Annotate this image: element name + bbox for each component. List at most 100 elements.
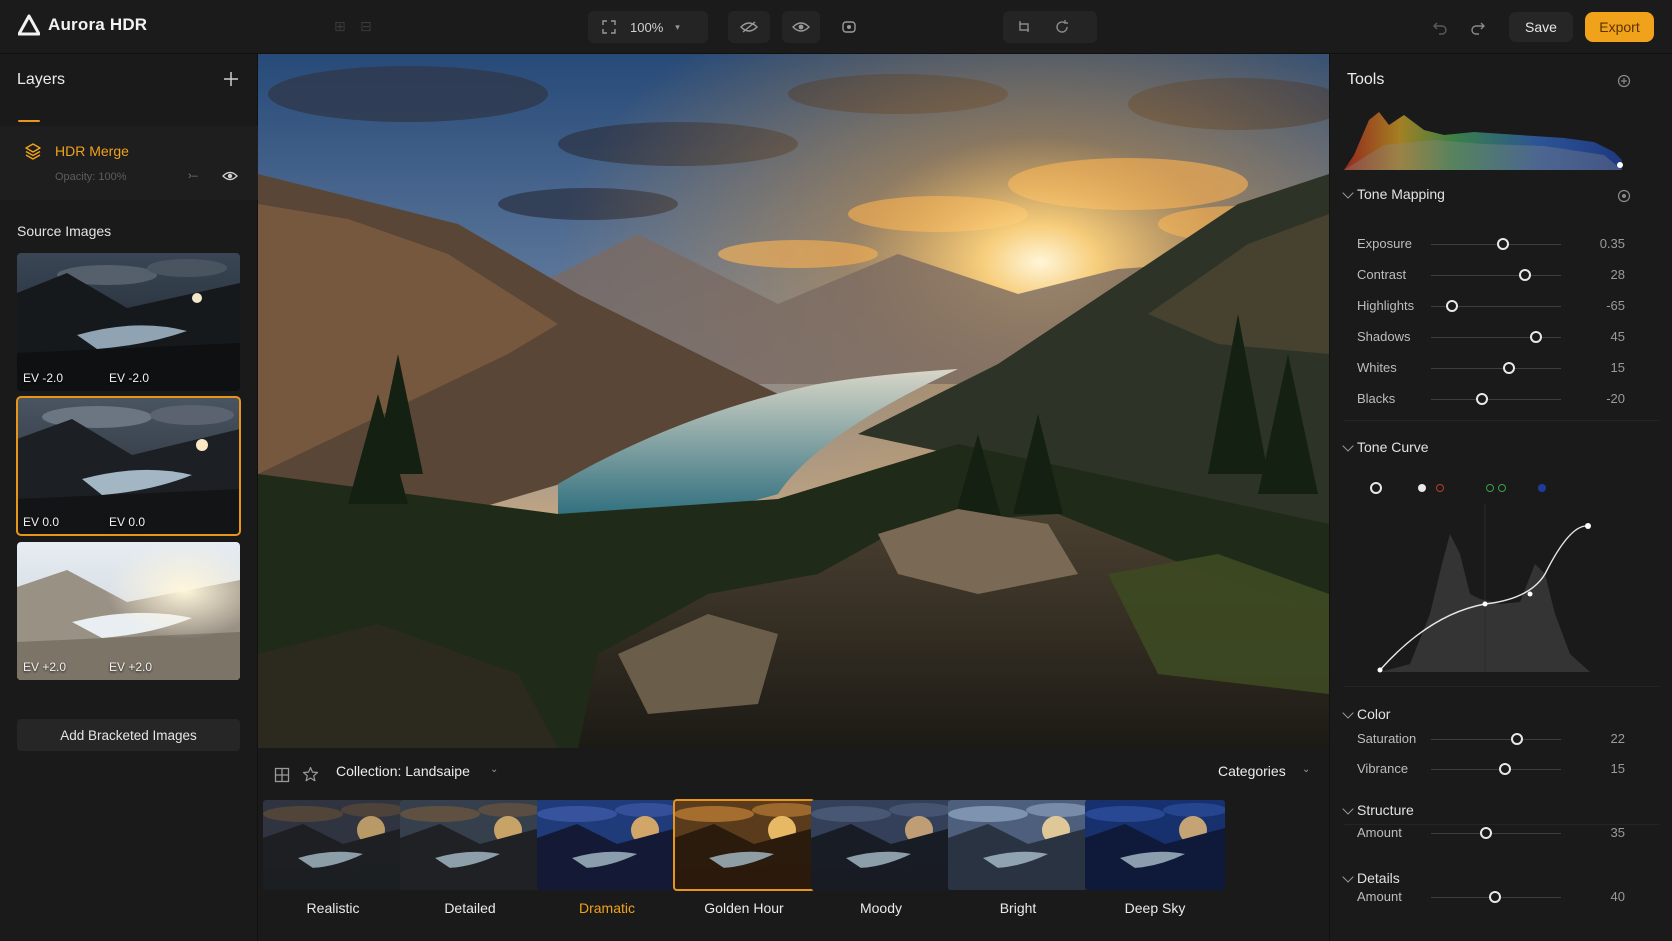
slider-exposure[interactable]: Exposure 0.35 [1357, 234, 1625, 254]
source-image-bright[interactable]: EV +2.0 EV +2.0 [17, 542, 240, 680]
slider-value[interactable]: -65 [1606, 298, 1625, 313]
add-bracketed-images-button[interactable]: Add Bracketed Images [17, 719, 240, 751]
color-title[interactable]: Color [1357, 706, 1390, 722]
slider-value[interactable]: 15 [1611, 761, 1625, 776]
slider-knob[interactable] [1511, 733, 1523, 745]
slider-shadows[interactable]: Shadows 45 [1357, 327, 1625, 347]
rotate-icon[interactable] [1053, 18, 1071, 36]
slider-value[interactable]: 35 [1611, 825, 1625, 840]
slider-amount[interactable]: Amount 35 [1357, 823, 1625, 843]
curve-channel-selector [1370, 482, 1590, 494]
preset-bright[interactable]: Bright [948, 800, 1088, 916]
fit-icon[interactable] [600, 18, 618, 36]
slider-saturation[interactable]: Saturation 22 [1357, 729, 1625, 749]
crop-icon[interactable] [1015, 18, 1033, 36]
slider-value[interactable]: 45 [1611, 329, 1625, 344]
slider-knob[interactable] [1499, 763, 1511, 775]
source-image-dark[interactable]: EV -2.0 EV -2.0 [17, 253, 240, 391]
ev-label-right: EV +2.0 [109, 660, 153, 674]
slider-knob[interactable] [1489, 891, 1501, 903]
collection-selector[interactable]: Collection: Landsaipe [336, 763, 470, 779]
preset-realistic[interactable]: Realistic [263, 800, 403, 916]
compare-button[interactable] [728, 11, 770, 43]
preview-button[interactable] [782, 11, 820, 43]
slider-value[interactable]: 15 [1611, 360, 1625, 375]
grid-view-icon[interactable] [274, 767, 290, 783]
image-canvas[interactable] [258, 54, 1329, 748]
slider-value[interactable]: 22 [1611, 731, 1625, 746]
layer-item-hdr-merge[interactable]: HDR Merge Opacity: 100% ›– [0, 126, 258, 200]
slider-knob[interactable] [1497, 238, 1509, 250]
categories-selector[interactable]: Categories [1218, 763, 1286, 779]
star-icon[interactable] [302, 766, 319, 783]
chevron-down-icon[interactable]: ▾ [675, 22, 680, 33]
grid-icon[interactable]: ⊞ [334, 18, 346, 35]
source-images-title: Source Images [17, 223, 112, 239]
slider-track[interactable] [1431, 769, 1561, 770]
slider-value[interactable]: 0.35 [1600, 236, 1625, 251]
chevron-down-icon[interactable] [1342, 187, 1354, 199]
slider-knob[interactable] [1503, 362, 1515, 374]
zoom-level[interactable]: 100% [630, 20, 663, 35]
details-title[interactable]: Details [1357, 870, 1400, 886]
mask-icon[interactable] [840, 18, 858, 36]
slider-track[interactable] [1431, 275, 1561, 276]
slider-whites[interactable]: Whites 15 [1357, 358, 1625, 378]
chevron-down-icon[interactable] [1342, 440, 1354, 452]
slider-track[interactable] [1431, 833, 1561, 834]
chevron-down-icon[interactable]: ⌄ [490, 764, 498, 775]
redo-icon[interactable] [1469, 18, 1487, 36]
slider-value[interactable]: -20 [1606, 391, 1625, 406]
channel-blue-icon[interactable] [1538, 484, 1546, 492]
preset-moody[interactable]: Moody [811, 800, 951, 916]
slider-knob[interactable] [1530, 331, 1542, 343]
slider-track[interactable] [1431, 739, 1561, 740]
reset-icon[interactable] [1617, 189, 1631, 203]
slider-knob[interactable] [1480, 827, 1492, 839]
slider-track[interactable] [1431, 399, 1561, 400]
slider-track[interactable] [1431, 368, 1561, 369]
chevron-down-icon[interactable] [1342, 803, 1354, 815]
preset-deep-sky[interactable]: Deep Sky [1085, 800, 1225, 916]
chevron-down-icon[interactable] [1342, 707, 1354, 719]
slider-amount[interactable]: Amount 40 [1357, 887, 1625, 907]
channel-red-icon[interactable] [1418, 484, 1426, 492]
channel-green-dot-icon[interactable] [1498, 484, 1506, 492]
channel-rgb-icon[interactable] [1370, 482, 1382, 494]
chevron-down-icon[interactable] [1342, 871, 1354, 883]
blend-mode-icon[interactable]: ›– [188, 170, 198, 182]
slider-track[interactable] [1431, 244, 1561, 245]
slider-knob[interactable] [1519, 269, 1531, 281]
slider-highlights[interactable]: Highlights -65 [1357, 296, 1625, 316]
layer-opacity[interactable]: Opacity: 100% [55, 171, 127, 183]
preset-detailed[interactable]: Detailed [400, 800, 540, 916]
chevron-down-icon[interactable]: ⌄ [1302, 764, 1310, 775]
structure-title[interactable]: Structure [1357, 802, 1414, 818]
split-icon[interactable]: ⊟ [360, 18, 372, 35]
save-button[interactable]: Save [1509, 12, 1573, 42]
visibility-eye-icon[interactable] [222, 169, 238, 183]
tools-settings-icon[interactable] [1617, 74, 1631, 88]
slider-knob[interactable] [1446, 300, 1458, 312]
preset-label: Golden Hour [704, 900, 784, 916]
channel-red-dot-icon[interactable] [1436, 484, 1444, 492]
slider-blacks[interactable]: Blacks -20 [1357, 389, 1625, 409]
preset-dramatic[interactable]: Dramatic [537, 800, 677, 916]
slider-knob[interactable] [1476, 393, 1488, 405]
tone-curve-title[interactable]: Tone Curve [1357, 439, 1429, 455]
undo-icon[interactable] [1431, 18, 1449, 36]
add-layer-icon[interactable] [222, 70, 240, 88]
preset-label: Detailed [444, 900, 496, 916]
channel-green-icon[interactable] [1486, 484, 1494, 492]
preset-golden-hour[interactable]: Golden Hour [673, 799, 815, 916]
export-button[interactable]: Export [1585, 12, 1654, 42]
slider-value[interactable]: 40 [1611, 889, 1625, 904]
source-image-mid[interactable]: EV 0.0 EV 0.0 [16, 396, 241, 536]
tone-curve-graph[interactable] [1370, 504, 1600, 674]
slider-value[interactable]: 28 [1611, 267, 1625, 282]
slider-contrast[interactable]: Contrast 28 [1357, 265, 1625, 285]
tone-mapping-title[interactable]: Tone Mapping [1357, 186, 1445, 202]
slider-vibrance[interactable]: Vibrance 15 [1357, 759, 1625, 779]
preset-label: Deep Sky [1124, 900, 1186, 916]
divider [1344, 686, 1659, 687]
